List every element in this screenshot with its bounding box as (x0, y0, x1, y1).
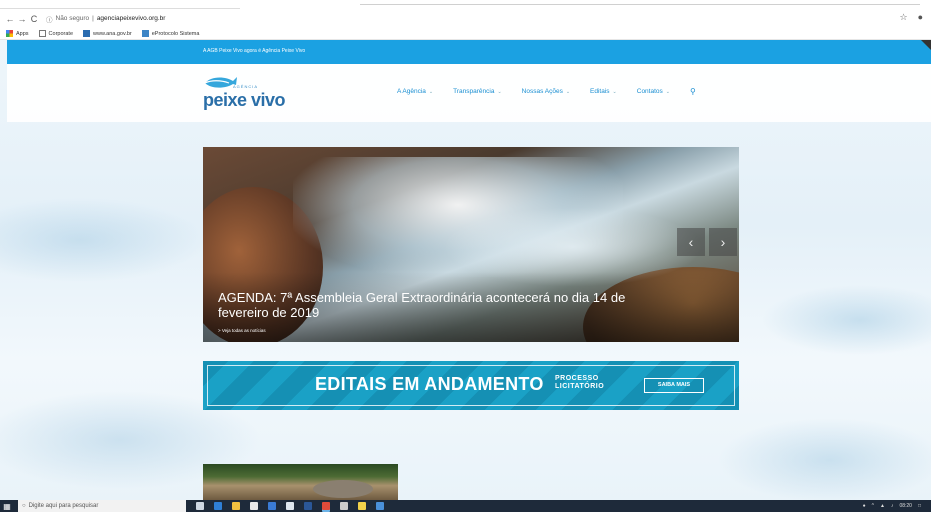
windows-taskbar: ▦ ○ Digite aqui para pesquisar ● ^ ▲ ♪ 0… (0, 500, 931, 512)
chevron-up-icon[interactable]: ^ (872, 503, 874, 509)
logo-name: peixe vivo (203, 90, 286, 110)
banner-title: EDITAIS EM ANDAMENTO (315, 374, 544, 394)
nav-item-contatos[interactable]: Contatos ⌄ (637, 87, 670, 96)
chevron-down-icon: ⌄ (497, 88, 502, 95)
ana-icon (83, 30, 91, 37)
bookmark-corporate[interactable]: Corporate (38, 30, 74, 37)
notes-icon[interactable] (358, 502, 366, 510)
website-viewport: A AGB Peixe Vivo agora é Agência Peixe V… (0, 40, 931, 500)
url-box[interactable]: ⓘ Não seguro | agenciapeixevivo.org.br (46, 14, 165, 24)
editais-banner[interactable]: EDITAIS EM ANDAMENTO PROCESSO LICITATÓRI… (203, 361, 739, 410)
chevron-down-icon: ⌄ (428, 88, 434, 95)
eprotocolo-icon (141, 30, 149, 37)
nav-item-transparencia[interactable]: Transparência ⌄ (453, 87, 502, 96)
address-right-icons: ☆ ● (899, 12, 923, 23)
banner-subtitle: PROCESSO LICITATÓRIO (555, 375, 604, 391)
url-text[interactable]: agenciapeixevivo.org.br (97, 15, 166, 22)
announcement-text[interactable]: A AGB Peixe Vivo agora é Agência Peixe V… (203, 48, 305, 54)
slider-prev-button[interactable]: ‹ (677, 228, 705, 256)
outlook-icon[interactable] (268, 502, 276, 510)
chevron-down-icon: ⌄ (612, 88, 617, 95)
search-icon[interactable]: ⚲ (690, 87, 696, 96)
page-icon (38, 30, 46, 37)
news-slider[interactable]: AGENDA: 7ª Assembleia Geral Extraordinár… (203, 147, 739, 342)
slider-next-button[interactable]: › (709, 228, 737, 256)
saiba-mais-button[interactable]: SAIBA MAIS (644, 378, 704, 393)
nav-label: Nossas Ações (521, 88, 563, 95)
edge-icon[interactable] (214, 502, 222, 510)
bookmark-eprotocolo[interactable]: eProtocolo Sistema (141, 30, 200, 37)
system-tray: ● ^ ▲ ♪ 08:20 □ (863, 500, 921, 512)
logo-small-text: AGÊNCIA (233, 84, 259, 89)
bookmark-label: Corporate (48, 30, 74, 37)
taskbar-apps (196, 502, 384, 510)
url-separator: | (92, 15, 94, 22)
slide-caption[interactable]: AGENDA: 7ª Assembleia Geral Extraordinár… (218, 290, 668, 320)
calculator-icon[interactable] (340, 502, 348, 510)
browser-address-bar: ← → C ⓘ Não seguro | agenciapeixevivo.or… (0, 9, 931, 28)
browser-tab-active[interactable] (0, 0, 240, 9)
back-button[interactable]: ← (4, 14, 16, 24)
nav-item-editais[interactable]: Editais ⌄ (590, 87, 617, 96)
people-icon[interactable]: ● (863, 503, 866, 509)
forward-button[interactable]: → (16, 14, 28, 24)
nav-label: Editais (590, 88, 610, 95)
star-icon[interactable]: ☆ (899, 12, 907, 23)
main-nav: A Agência ⌄ Transparência ⌄ Nossas Ações… (397, 87, 696, 96)
nav-item-agencia[interactable]: A Agência ⌄ (397, 87, 433, 96)
chevron-down-icon: ⌄ (665, 88, 670, 95)
bookmarks-bar: Apps Corporate www.ana.gov.br eProtocolo… (0, 28, 931, 40)
security-label: Não seguro (55, 15, 90, 22)
volume-icon[interactable]: ♪ (891, 503, 894, 509)
tabstrip-divider (360, 4, 920, 5)
bookmark-apps[interactable]: Apps (6, 30, 29, 37)
network-icon[interactable]: ▲ (880, 503, 885, 509)
nav-label: Contatos (636, 88, 663, 95)
skype-icon[interactable] (286, 502, 294, 510)
nav-label: Transparência (453, 88, 495, 95)
corner-tab[interactable] (921, 40, 931, 50)
info-icon[interactable]: ⓘ (46, 14, 53, 24)
bookmark-label: eProtocolo Sistema (151, 30, 200, 37)
thumbnail-rock (313, 480, 373, 498)
site-logo[interactable]: AGÊNCIA peixe vivo (203, 75, 303, 111)
apps-grid-icon (6, 30, 13, 37)
reload-button[interactable]: C (28, 14, 40, 24)
file-explorer-icon[interactable] (232, 502, 240, 510)
banner-subtitle-line: LICITATÓRIO (555, 383, 605, 390)
remote-icon[interactable] (376, 502, 384, 510)
browser-tabstrip (0, 0, 931, 9)
task-view-icon[interactable] (196, 502, 204, 510)
bookmark-label: www.ana.gov.br (93, 30, 132, 37)
nav-label: A Agência (397, 88, 426, 95)
fish-logo-icon (204, 77, 237, 88)
windows-start-icon[interactable]: ▦ (0, 500, 14, 512)
bookmark-label: Apps (16, 30, 29, 37)
banner-subtitle-line: PROCESSO (555, 375, 599, 382)
profile-icon[interactable]: ● (918, 12, 923, 23)
store-icon[interactable] (250, 502, 258, 510)
taskbar-search-placeholder: Digite aqui para pesquisar (28, 503, 99, 509)
news-thumbnail[interactable] (203, 464, 398, 500)
clock[interactable]: 08:20 (899, 503, 912, 509)
nav-item-nossas-acoes[interactable]: Nossas Ações ⌄ (522, 87, 570, 96)
notifications-icon[interactable]: □ (918, 503, 921, 509)
chevron-down-icon: ⌄ (565, 88, 571, 95)
search-icon: ○ (22, 503, 26, 509)
taskbar-search-box[interactable]: ○ Digite aqui para pesquisar (18, 500, 186, 512)
chrome-icon[interactable] (322, 502, 330, 510)
all-news-link[interactable]: > Veja todas as notícias (218, 328, 266, 333)
word-icon[interactable] (304, 502, 312, 510)
announcement-bar: A AGB Peixe Vivo agora é Agência Peixe V… (7, 40, 931, 64)
bookmark-ana[interactable]: www.ana.gov.br (83, 30, 132, 37)
site-header: AGÊNCIA peixe vivo A Agência ⌄ Transparê… (7, 64, 931, 122)
